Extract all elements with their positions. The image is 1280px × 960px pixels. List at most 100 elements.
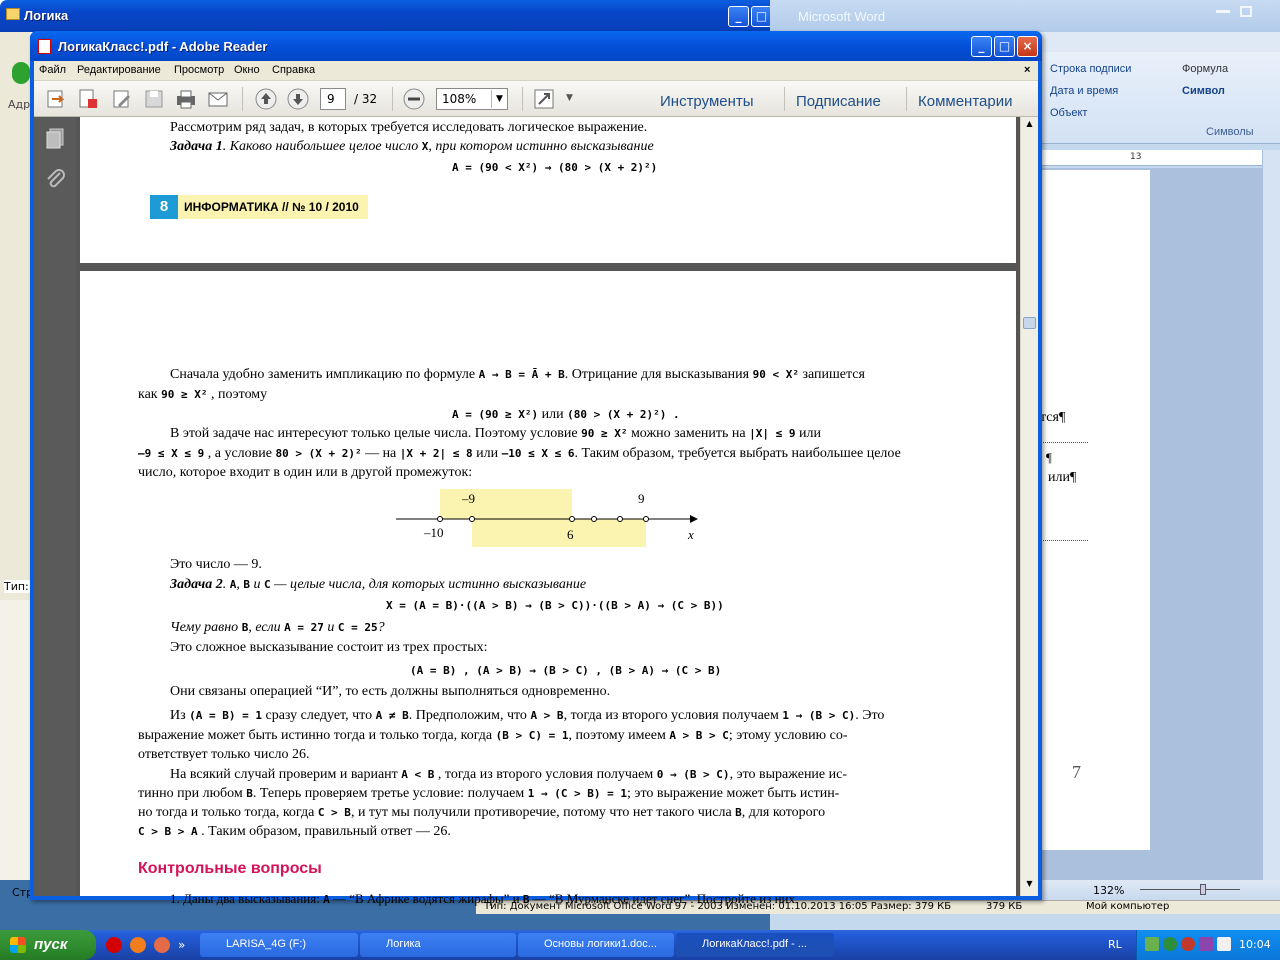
chevron-down-icon[interactable]: ▼ — [491, 90, 507, 108]
tray-app-icon[interactable] — [1145, 937, 1159, 951]
text-line: C > B > A . Таким образом, правильный от… — [138, 824, 451, 840]
start-button[interactable]: пуск — [0, 930, 96, 960]
print-icon[interactable] — [174, 87, 198, 111]
reader-toolbar: 9 / 32 108% ▼ ▼ Инструменты Подписание К… — [34, 81, 1038, 117]
zoom-slider[interactable] — [1140, 889, 1240, 890]
zoom-handle[interactable] — [1200, 884, 1206, 895]
object-button[interactable]: Объект — [1050, 107, 1087, 119]
word-ribbon: Строка подписи Дата и время Объект Форму… — [1040, 52, 1280, 144]
text-run: Из — [170, 708, 190, 723]
menu-file[interactable]: Файл — [39, 64, 66, 76]
tray-network-icon[interactable] — [1163, 937, 1177, 951]
toolbar-separator — [522, 87, 523, 111]
email-icon[interactable] — [206, 87, 230, 111]
text-run: , если — [248, 620, 285, 635]
toolbar-more-icon[interactable]: ▼ — [566, 93, 573, 103]
menu-view[interactable]: Просмотр — [174, 64, 224, 76]
next-page-icon[interactable] — [286, 87, 310, 111]
navigation-sidebar — [34, 117, 76, 896]
media-icon[interactable] — [130, 937, 146, 953]
math-run: A → B = Ā + B — [478, 368, 565, 381]
vertical-scrollbar[interactable]: ▲ ▼ — [1020, 117, 1038, 896]
menu-window[interactable]: Окно — [234, 64, 260, 76]
scroll-thumb[interactable] — [1023, 317, 1036, 329]
task-reader[interactable]: ЛогикаКласс!.pdf - ... — [676, 933, 834, 957]
math-run: A — [323, 893, 330, 906]
reader-minimize-button[interactable]: _ — [971, 36, 992, 57]
prev-page-icon[interactable] — [254, 87, 278, 111]
word-maximize-icon[interactable] — [1240, 6, 1252, 17]
tools-pane-tab[interactable]: Инструменты — [660, 93, 754, 110]
reader-title: ЛогикаКласс!.pdf - Adobe Reader — [58, 39, 268, 54]
task-drive[interactable]: LARISA_4G (F:) — [200, 933, 358, 957]
scroll-up-icon[interactable]: ▲ — [1023, 119, 1036, 132]
menu-edit[interactable]: Редактирование — [77, 64, 161, 76]
page-number: 7 — [1072, 762, 1081, 782]
reader-titlebar[interactable]: ЛогикаКласс!.pdf - Adobe Reader _ □ × — [30, 31, 1042, 61]
formula-button[interactable]: Формула — [1182, 63, 1228, 75]
zoom-select[interactable]: 108% ▼ — [436, 88, 508, 110]
word-minimize-icon[interactable] — [1216, 10, 1230, 13]
menu-help[interactable]: Справка — [272, 64, 315, 76]
symbols-group-label: Символы — [1206, 126, 1254, 138]
system-tray: 10:04 — [1136, 930, 1280, 960]
math-run: B — [735, 806, 742, 819]
zoom-value: 108% — [442, 92, 477, 106]
word-title: Microsoft Word — [798, 9, 886, 24]
pages-panel-icon[interactable] — [44, 127, 66, 149]
attachments-icon[interactable] — [44, 167, 66, 193]
create-pdf-icon[interactable] — [76, 87, 100, 111]
menu-close-icon[interactable]: × — [1024, 64, 1030, 76]
scroll-down-icon[interactable]: ▼ — [1023, 879, 1036, 892]
page-number-input[interactable]: 9 — [320, 88, 346, 110]
text-run: . Предположим, что — [408, 708, 531, 723]
text-line: ответствует только число 26. — [138, 747, 310, 762]
word-titlebar[interactable]: Microsoft Word — [770, 0, 1280, 32]
text-run: сразу следует, что — [262, 708, 376, 723]
quicklaunch-icon[interactable] — [154, 937, 170, 953]
formula: X = (A = B)·((A > B) → (B > C))·((B > A)… — [386, 599, 724, 612]
math-run: A ≠ B — [375, 709, 409, 722]
page-badge: 8 — [150, 195, 178, 219]
edit-icon[interactable] — [110, 87, 134, 111]
zoom-out-icon[interactable] — [402, 87, 426, 111]
section-heading: Контрольные вопросы — [138, 860, 322, 877]
task-word[interactable]: Основы логики1.doc... — [518, 933, 674, 957]
task-explorer[interactable]: Логика — [360, 933, 516, 957]
number-line — [396, 515, 698, 523]
symbol-button[interactable]: Символ — [1182, 85, 1225, 97]
reader-maximize-button[interactable]: □ — [994, 36, 1015, 57]
text-run: . Это — [855, 708, 885, 723]
text-run: запишется — [798, 367, 865, 382]
tray-antivirus-icon[interactable] — [1181, 937, 1195, 951]
minimize-button[interactable]: _ — [728, 6, 749, 27]
opera-icon[interactable] — [106, 937, 122, 953]
reader-window: ЛогикаКласс!.pdf - Adobe Reader _ □ × Фа… — [30, 31, 1042, 906]
back-icon[interactable] — [12, 62, 30, 84]
expand-icon[interactable]: » — [178, 938, 192, 952]
start-label: пуск — [34, 936, 68, 953]
date-time-button[interactable]: Дата и время — [1050, 85, 1118, 97]
tray-volume-icon[interactable] — [1199, 937, 1213, 951]
sign-pane-tab[interactable]: Подписание — [796, 93, 881, 110]
text-run: , а условие — [204, 446, 276, 461]
reader-close-button[interactable]: × — [1017, 36, 1038, 57]
ruler-number: 13 — [1130, 152, 1142, 162]
signature-line-button[interactable]: Строка подписи — [1050, 63, 1131, 75]
word-vscroll[interactable] — [1262, 150, 1280, 880]
maximize-button[interactable]: □ — [751, 6, 772, 27]
text-run: ? — [377, 620, 385, 635]
toolbar-separator — [392, 87, 393, 111]
formula: (A = B) , (A > B) → (B > C) , (B > A) → … — [410, 664, 722, 677]
save-icon[interactable] — [142, 87, 166, 111]
text-run: — целые числа, для которых истинно выска… — [270, 577, 587, 592]
fit-page-icon[interactable] — [532, 87, 556, 111]
explorer-titlebar[interactable]: Логика _ □ × — [0, 0, 800, 32]
text-run: , при котором истинно высказывание — [428, 139, 654, 154]
clock[interactable]: 10:04 — [1239, 938, 1271, 951]
open-icon[interactable] — [44, 87, 68, 111]
math-run: 1 → (C > B) = 1 — [527, 787, 628, 800]
comment-pane-tab[interactable]: Комментарии — [918, 93, 1012, 110]
language-indicator[interactable]: RL — [1108, 938, 1122, 951]
tray-info-icon[interactable] — [1217, 937, 1231, 951]
